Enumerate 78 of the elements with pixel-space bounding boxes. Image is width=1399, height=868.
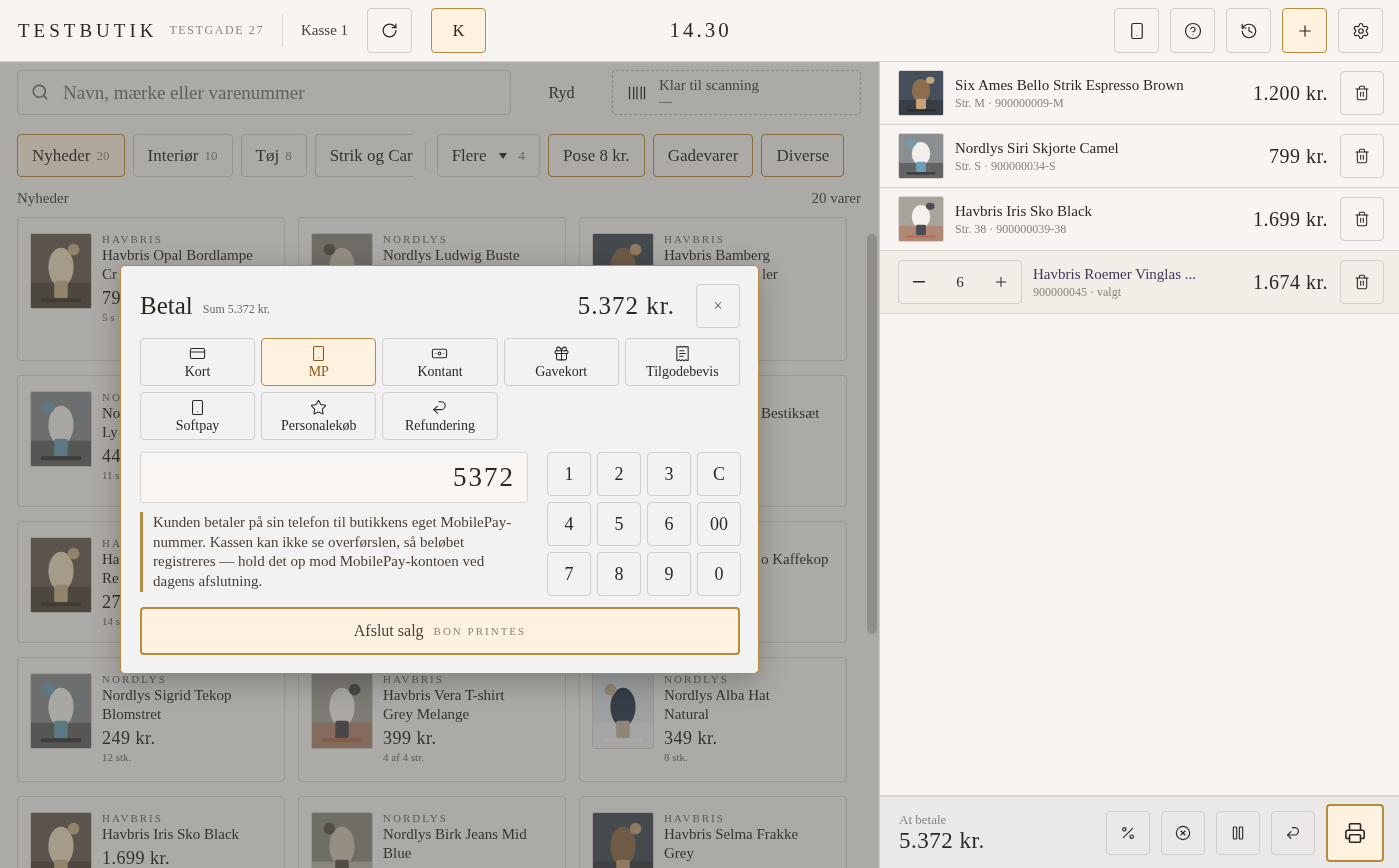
- product-name: Havbris Selma Frakke: [664, 825, 799, 844]
- product-brand: NORDLYS: [102, 673, 167, 686]
- item-count: 20 varer: [811, 189, 861, 207]
- product-brand: HAVBRIS: [664, 233, 725, 246]
- section-title: Nyheder: [17, 189, 69, 207]
- cart-item-details: Str. S · 900000034-S: [955, 157, 1056, 174]
- product-name: Blue: [383, 844, 412, 863]
- product-name: Re: [102, 569, 119, 588]
- clock: 14.30: [669, 18, 732, 43]
- receipt-note: BON PRINTES: [433, 625, 527, 637]
- payment-note: Kunden betaler på sin telefon til butikkens eget MobilePay-nummer. Kassen kan ikke se overførslen, så beløbet registreres — hold det op mod MobilePay-kontoen ved dagens afslutning.: [140, 512, 528, 592]
- store-address: TESTGADE 27: [169, 23, 265, 38]
- product-brand: NORDLYS: [664, 673, 729, 686]
- product-stock: 4 af 4 str.: [383, 750, 424, 765]
- product-price: 79: [102, 287, 121, 310]
- cart-item-name: Six Ames Bello Strik Espresso Brown: [955, 75, 1184, 95]
- product-name: o Kaffekop: [761, 550, 829, 569]
- product-name: Grey Melange: [383, 705, 470, 724]
- register-label: Kasse 1: [301, 22, 349, 39]
- scanner-value: —: [659, 92, 673, 109]
- product-brand: HAVBRIS: [664, 812, 725, 825]
- category-count: 8: [285, 147, 292, 164]
- product-name: Bestiksæt: [761, 404, 820, 423]
- cart-item-price: 799 kr.: [1268, 144, 1328, 168]
- product-brand: NORDLYS: [383, 233, 448, 246]
- quantity-value: 6: [956, 273, 964, 291]
- product-name: Nordlys Birk Jeans Mid: [383, 825, 527, 844]
- scanner-label: Klar til scanning: [659, 76, 759, 93]
- dialog-subtitle: Sum 5.372 kr.: [202, 301, 271, 317]
- product-stock: 5 s: [102, 310, 115, 325]
- product-brand: HAVBRIS: [102, 812, 163, 825]
- dialog-total: 5.372 kr.: [577, 292, 675, 320]
- product-price: 349 kr.: [664, 727, 718, 750]
- product-name: Cr: [102, 265, 117, 284]
- product-name: Nordlys Alba Hat: [664, 686, 770, 705]
- product-brand: NORDLYS: [383, 812, 448, 825]
- product-name: Havbris Vera T-shirt: [383, 686, 505, 705]
- cart-item-details: Str. M · 900000009-M: [955, 94, 1064, 111]
- product-brand: HAVBRIS: [383, 673, 444, 686]
- product-price: 44: [102, 445, 121, 468]
- product-name: Nordlys Sigrid Tekop: [102, 686, 232, 705]
- product-brand: HA: [102, 537, 121, 550]
- cart-item-price: 1.699 kr.: [1252, 207, 1328, 231]
- product-stock: 8 stk.: [664, 750, 688, 765]
- product-stock: 11 s: [102, 468, 120, 483]
- product-name: Havbris Bamberg: [664, 246, 770, 265]
- product-name: Blomstret: [102, 705, 162, 724]
- cart-item-name: Havbris Roemer Vinglas ...: [1033, 264, 1196, 284]
- product-name: Havbris Opal Bordlampe: [102, 246, 253, 265]
- product-name: Ly: [102, 423, 118, 442]
- cart-item-name: Nordlys Siri Skjorte Camel: [955, 138, 1119, 158]
- cart-item-price: 1.674 kr.: [1252, 270, 1328, 294]
- product-price: 249 kr.: [102, 727, 156, 750]
- cart-item-details: Str. 38 · 900000039-38: [955, 220, 1067, 237]
- product-name: Natural: [664, 705, 709, 724]
- product-stock: 12 stk.: [102, 750, 132, 765]
- category-count: 20: [96, 147, 110, 164]
- store-name: TESTBUTIK: [18, 19, 158, 42]
- product-name: Havbris Iris Sko Black: [102, 825, 240, 844]
- category-count: 10: [204, 147, 218, 164]
- product-name: No: [102, 404, 121, 423]
- product-price: 27: [102, 591, 121, 614]
- total-label: At betale: [899, 811, 947, 828]
- product-price: 399 kr.: [383, 727, 437, 750]
- category-count: 4: [518, 147, 526, 164]
- cart-item-name: Havbris Iris Sko Black: [955, 201, 1093, 221]
- total-amount: 5.372 kr.: [899, 827, 985, 854]
- cart-item-details: 900000045 · valgt: [1033, 283, 1121, 300]
- product-name: Ha: [102, 550, 120, 569]
- product-brand: NO: [102, 391, 121, 404]
- cart-item-price: 1.200 kr.: [1252, 81, 1328, 105]
- product-name: Grey: [664, 844, 694, 863]
- product-stock: 14 s: [102, 614, 121, 629]
- dialog-title: Betal: [140, 292, 193, 320]
- product-brand: HAVBRIS: [102, 233, 163, 246]
- product-name: Nordlys Ludwig Buste: [383, 246, 520, 265]
- product-price: 1.699 kr.: [102, 847, 170, 868]
- product-name: ler: [762, 265, 778, 284]
